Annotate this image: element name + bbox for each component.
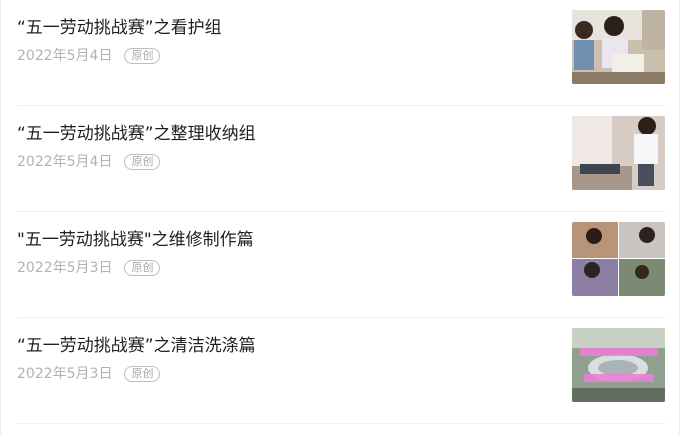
photo-kid-organizing-icon — [572, 116, 665, 190]
original-badge: 原创 — [124, 48, 161, 64]
article-date: 2022年5月4日 — [17, 154, 113, 170]
article-title[interactable]: “五一劳动挑战赛”之清洁洗涤篇 — [17, 334, 256, 358]
photo-kids-caring-icon — [572, 10, 665, 84]
article-meta: 2022年5月4日 原创 — [17, 152, 161, 172]
original-badge: 原创 — [124, 260, 161, 276]
list-item[interactable]: “五一劳动挑战赛”之整理收纳组 2022年5月4日 原创 — [17, 106, 665, 212]
article-thumbnail[interactable] — [572, 222, 665, 296]
article-title[interactable]: “五一劳动挑战赛”之整理收纳组 — [17, 122, 256, 146]
article-date: 2022年5月4日 — [17, 48, 113, 64]
list-item[interactable]: "五一劳动挑战赛"之维修制作篇 2022年5月3日 原创 — [17, 212, 665, 318]
list-item[interactable]: “五一劳动挑战赛”之看护组 2022年5月4日 原创 — [17, 0, 665, 106]
photo-washing-dishes-icon — [572, 328, 665, 402]
article-title[interactable]: “五一劳动挑战赛”之看护组 — [17, 16, 222, 40]
article-meta: 2022年5月3日 原创 — [17, 258, 161, 278]
article-thumbnail[interactable] — [572, 116, 665, 190]
original-badge: 原创 — [124, 366, 161, 382]
list-item[interactable]: “五一劳动挑战赛”之清洁洗涤篇 2022年5月3日 原创 — [17, 318, 665, 424]
article-thumbnail[interactable] — [572, 328, 665, 402]
article-meta: 2022年5月4日 原创 — [17, 46, 161, 66]
article-list-page: “五一劳动挑战赛”之看护组 2022年5月4日 原创 “五一劳动挑战赛”之整理收… — [0, 0, 680, 435]
article-date: 2022年5月3日 — [17, 366, 113, 382]
article-meta: 2022年5月3日 原创 — [17, 364, 161, 384]
article-list: “五一劳动挑战赛”之看护组 2022年5月4日 原创 “五一劳动挑战赛”之整理收… — [1, 0, 680, 424]
article-title[interactable]: "五一劳动挑战赛"之维修制作篇 — [17, 228, 254, 252]
original-badge: 原创 — [124, 154, 161, 170]
photo-collage-repair-icon — [572, 222, 665, 296]
article-date: 2022年5月3日 — [17, 260, 113, 276]
article-thumbnail[interactable] — [572, 10, 665, 84]
